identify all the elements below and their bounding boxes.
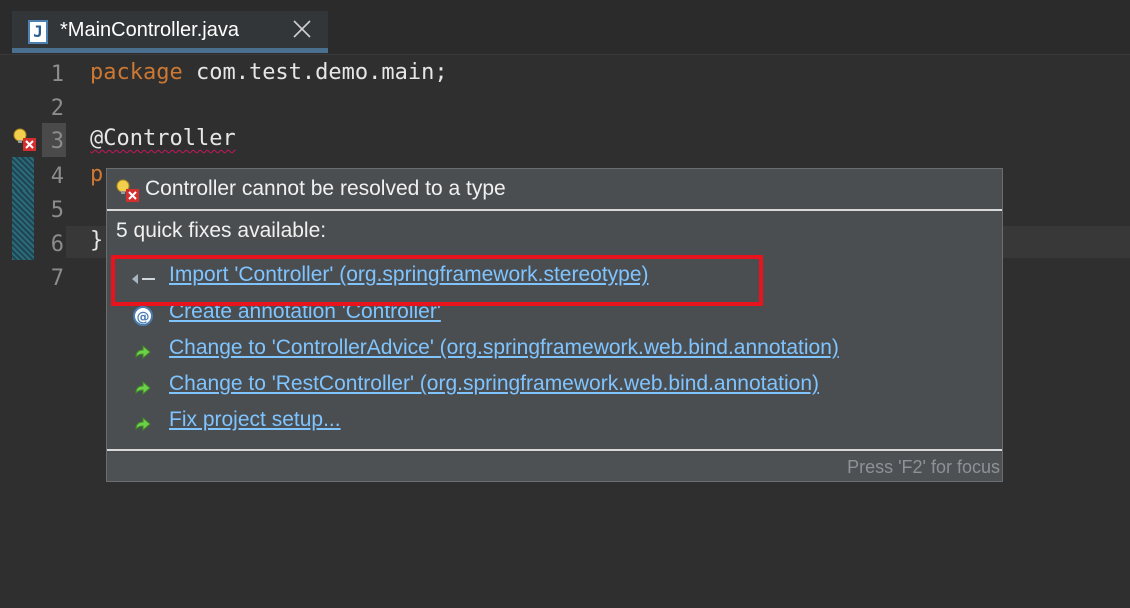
- code-text: }: [90, 228, 104, 253]
- line-number: 7: [50, 266, 64, 291]
- code-keyword: package: [90, 60, 183, 85]
- change-arrow-icon: [135, 380, 151, 396]
- code-line[interactable]: package com.test.demo.main;: [90, 60, 448, 85]
- line-number: 6: [50, 232, 64, 257]
- line-number: 3: [50, 129, 64, 154]
- svg-text:@: @: [137, 310, 150, 325]
- change-arrow-icon: [135, 416, 151, 432]
- change-marker: [12, 226, 34, 260]
- popup-divider: [107, 449, 1002, 451]
- error-lightbulb-icon: [116, 179, 139, 202]
- quick-fix-label[interactable]: Fix project setup...: [169, 408, 341, 432]
- quick-fix-count: 5 quick fixes available:: [116, 219, 327, 242]
- quick-fix-label[interactable]: Change to 'RestController' (org.springfr…: [169, 372, 819, 396]
- highlight-annotation-box: [111, 255, 763, 306]
- focus-hint: Press 'F2' for focus: [847, 457, 1000, 477]
- line-number: 5: [50, 198, 64, 223]
- tab-title: *MainController.java: [60, 19, 239, 41]
- editor-separator: [0, 54, 1130, 55]
- code-line[interactable]: p: [90, 162, 103, 187]
- editor-tab-bar: J *MainController.java: [0, 0, 1130, 54]
- java-file-icon: J: [28, 20, 48, 44]
- popup-header: Controller cannot be resolved to a type: [107, 169, 1002, 209]
- line-number: 2: [50, 96, 64, 121]
- code-keyword: p: [90, 162, 104, 187]
- annotation-icon: @: [133, 306, 153, 326]
- annotation-error-text: @Controller: [90, 126, 236, 151]
- line-number: 4: [50, 164, 64, 189]
- quick-fix-label[interactable]: Change to 'ControllerAdvice' (org.spring…: [169, 336, 839, 360]
- error-message: Controller cannot be resolved to a type: [145, 177, 506, 200]
- code-text: com.test.demo.main;: [182, 60, 448, 85]
- quick-fix-project-setup[interactable]: Fix project setup...: [127, 408, 967, 438]
- tab-main-controller[interactable]: J *MainController.java: [12, 11, 328, 53]
- code-line[interactable]: }: [90, 228, 103, 253]
- line-number: 1: [50, 62, 64, 87]
- popup-divider: [107, 209, 1002, 211]
- change-marker: [12, 191, 34, 226]
- close-icon[interactable]: [291, 18, 313, 40]
- change-marker: [12, 157, 34, 191]
- quick-fix-popup[interactable]: Controller cannot be resolved to a type …: [106, 168, 1003, 482]
- code-line[interactable]: @Controller: [90, 126, 236, 151]
- change-arrow-icon: [135, 344, 151, 360]
- quick-fix-change-restcontroller[interactable]: Change to 'RestController' (org.springfr…: [127, 372, 967, 402]
- active-tab-indicator: [12, 48, 328, 53]
- quick-fix-change-controlleradvice[interactable]: Change to 'ControllerAdvice' (org.spring…: [127, 336, 967, 366]
- error-quickfix-icon[interactable]: [12, 127, 38, 153]
